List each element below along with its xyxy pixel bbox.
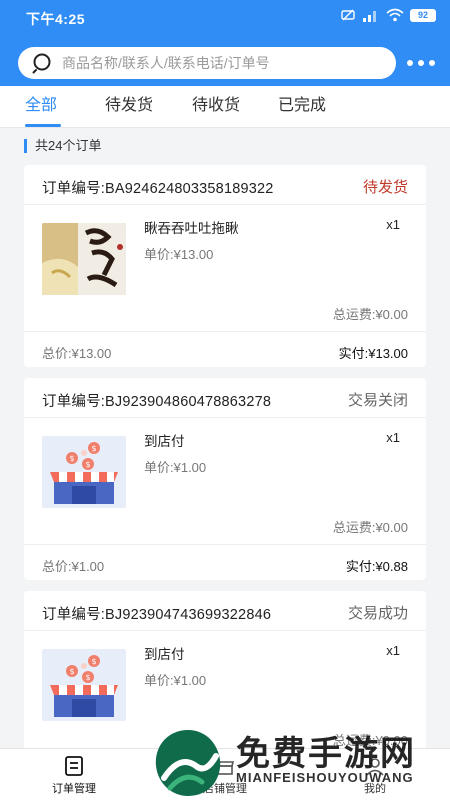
order-status: 交易关闭 [347, 392, 408, 409]
paid-amount: 实付:¥13.00 [338, 346, 408, 361]
product-image[interactable]: $ $ $ [42, 436, 126, 508]
signal-muted-icon [341, 9, 355, 21]
shipping-fee: 总运费:¥0.00 [332, 520, 408, 535]
tab-pending-receipt[interactable]: 待收货 [192, 86, 240, 128]
more-dot-icon [407, 60, 413, 66]
order-card[interactable]: 订单编号:BJ923904860478863278 交易关闭 $ $ $ 到店付… [24, 378, 426, 580]
svg-text:$: $ [86, 460, 91, 469]
order-status: 待发货 [362, 179, 408, 196]
more-dot-icon [429, 60, 435, 66]
tab-completed[interactable]: 已完成 [278, 86, 326, 128]
order-card-footer: 总价:¥13.00 实付:¥13.00 [24, 331, 426, 367]
status-icons: 92 [340, 8, 436, 22]
user-icon [366, 758, 384, 776]
search-input[interactable] [62, 55, 382, 71]
store-coins-illustration: $ $ $ [42, 436, 126, 508]
order-status: 交易成功 [347, 605, 408, 622]
svg-text:$: $ [86, 673, 91, 682]
order-list-icon [65, 756, 83, 776]
order-card-header: 订单编号:BJ923904743699322846 交易成功 [24, 591, 426, 631]
nav-mine[interactable]: 我的 [330, 755, 420, 796]
order-card[interactable]: 订单编号:BA924624803358189322 待发货 瞅吞吞吐吐拖瞅 x1… [24, 165, 426, 367]
order-card-header: 订单编号:BJ923904860478863278 交易关闭 [24, 378, 426, 418]
bottom-navigation: 订单管理 店铺管理 我的 [0, 748, 450, 800]
unit-price: 单价:¥1.00 [144, 460, 207, 475]
battery-icon: 92 [410, 8, 436, 22]
more-menu-button[interactable] [404, 51, 438, 75]
unit-price: 单价:¥1.00 [144, 673, 207, 688]
order-count-label: 共24个订单 [24, 139, 101, 153]
tab-all[interactable]: 全部 [25, 86, 57, 128]
order-number: 订单编号:BJ923904743699322846 [42, 607, 272, 623]
order-filter-tabs: 全部 待发货 待收货 已完成 [0, 86, 450, 128]
status-bar: 下午4:25 92 [0, 0, 450, 34]
product-quantity: x1 [386, 217, 400, 232]
order-card-footer: 总价:¥1.00 实付:¥0.88 [24, 544, 426, 580]
nav-label: 店铺管理 [203, 783, 247, 795]
more-dot-icon [418, 60, 424, 66]
total-price: 总价:¥13.00 [42, 346, 112, 361]
wifi-icon [386, 8, 404, 22]
nav-order-management[interactable]: 订单管理 [29, 755, 119, 796]
search-icon [32, 53, 51, 74]
product-name: 到店付 [144, 647, 185, 662]
product-name: 瞅吞吞吐吐拖瞅 [144, 221, 239, 236]
nav-label: 我的 [364, 783, 386, 795]
product-image[interactable] [42, 223, 126, 295]
snack-package-image [42, 223, 126, 295]
shipping-fee: 总运费:¥0.00 [332, 733, 408, 748]
product-quantity: x1 [386, 643, 400, 658]
shop-icon [215, 761, 235, 775]
status-time: 下午4:25 [26, 11, 86, 27]
search-bar[interactable] [18, 47, 396, 79]
order-number: 订单编号:BJ923904860478863278 [42, 394, 272, 410]
svg-text:$: $ [70, 454, 75, 463]
store-coins-illustration: $ $ $ [42, 649, 126, 721]
order-card-header: 订单编号:BA924624803358189322 待发货 [24, 165, 426, 205]
nav-shop-management[interactable]: 店铺管理 [180, 755, 270, 796]
app-header: 下午4:25 92 [0, 0, 450, 86]
shipping-fee: 总运费:¥0.00 [332, 307, 408, 322]
svg-text:$: $ [70, 667, 75, 676]
cell-signal-icon [363, 11, 376, 22]
order-card[interactable]: 订单编号:BJ923904743699322846 交易成功 $ $ $ 到店付… [24, 591, 426, 751]
product-image[interactable]: $ $ $ [42, 649, 126, 721]
paid-amount: 实付:¥0.88 [345, 559, 408, 574]
nav-label: 订单管理 [52, 783, 96, 795]
product-name: 到店付 [144, 434, 185, 449]
unit-price: 单价:¥13.00 [144, 247, 214, 262]
product-quantity: x1 [386, 430, 400, 445]
total-price: 总价:¥1.00 [42, 559, 105, 574]
tab-pending-shipment[interactable]: 待发货 [105, 86, 153, 128]
svg-text:$: $ [92, 444, 97, 453]
order-number: 订单编号:BA924624803358189322 [42, 181, 274, 197]
svg-text:$: $ [92, 657, 97, 666]
active-tab-indicator [25, 124, 61, 127]
